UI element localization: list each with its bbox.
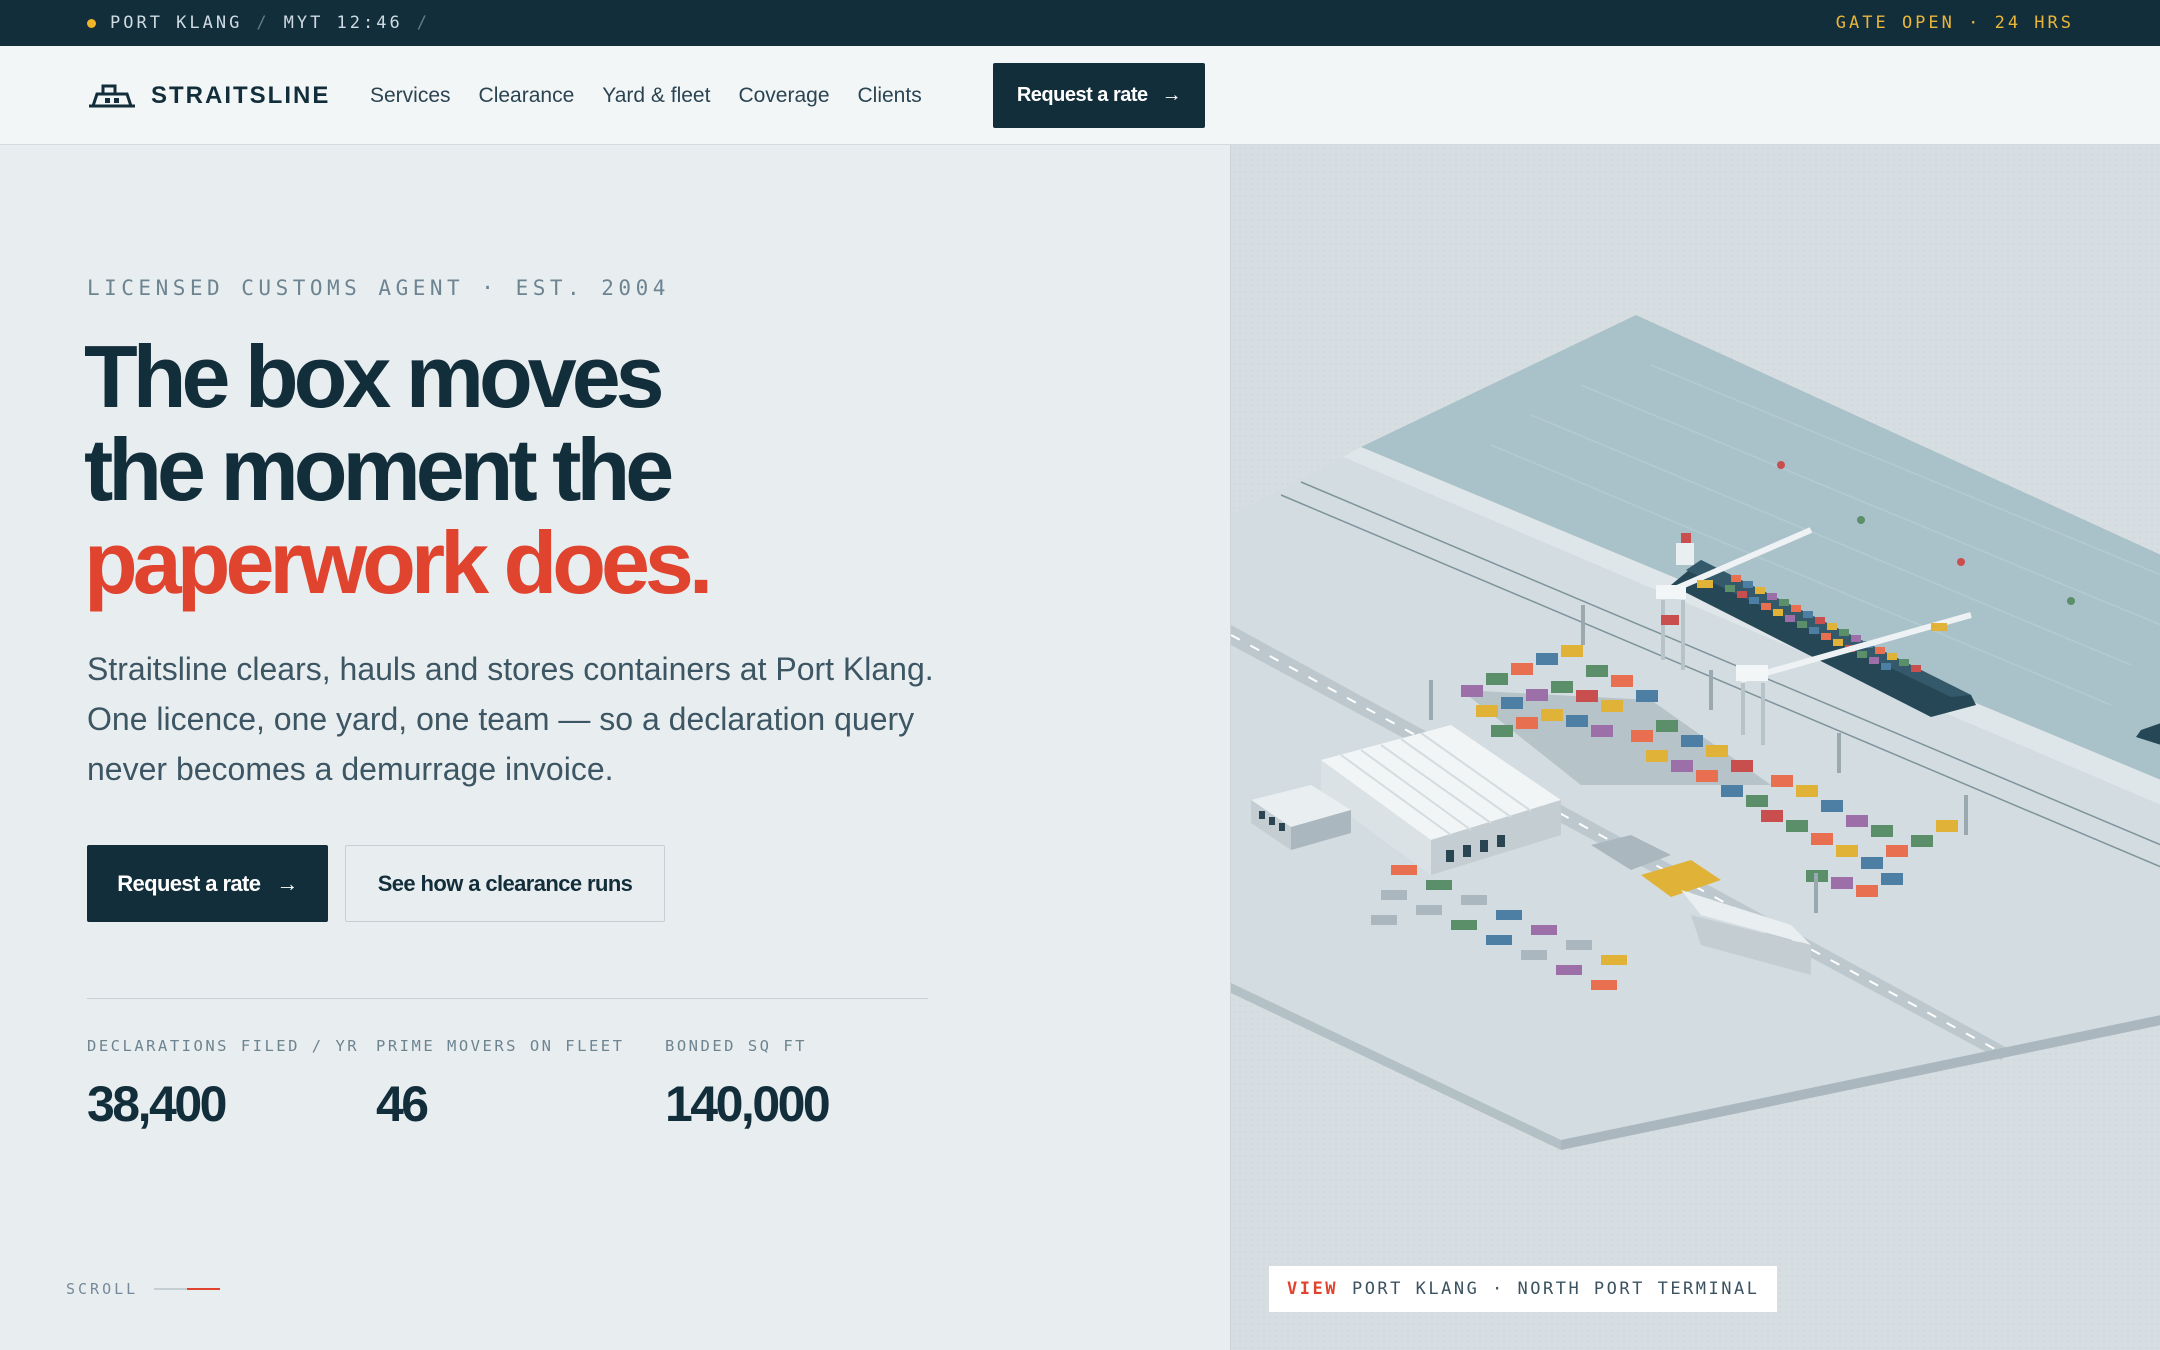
caption-tag: VIEW: [1287, 1279, 1338, 1299]
gate-status: GATE OPEN · 24 HRS: [1835, 13, 2074, 33]
headline-accent: paperwork does.: [84, 513, 713, 612]
port-terminal-illustration: [1231, 145, 2160, 1350]
caption-text: PORT KLANG · NORTH PORT TERMINAL: [1351, 1279, 1760, 1299]
stat-prime-movers: PRIME MOVERS ON FLEET 46: [376, 1037, 624, 1133]
arrow-right-icon: →: [1161, 84, 1182, 106]
stat-label: DECLARATIONS FILED / YR: [87, 1037, 360, 1055]
hero-eyebrow: LICENSED CUSTOMS AGENT · EST. 2004: [87, 276, 670, 300]
top-status-bar: PORT KLANG / MYT 12:46 / GATE OPEN · 24 …: [0, 0, 2160, 46]
scroll-line-icon: [154, 1288, 221, 1290]
request-rate-label: Request a rate: [117, 870, 261, 896]
nav-link-services[interactable]: Services: [370, 84, 451, 108]
nav-links: Services Clearance Yard & fleet Coverage…: [370, 76, 922, 116]
scroll-label: SCROLL: [66, 1280, 139, 1298]
local-time: MYT 12:46: [283, 13, 403, 33]
clearance-demo-label: See how a clearance runs: [377, 870, 633, 896]
stat-value: 140,000: [665, 1076, 831, 1132]
port-illustration-panel: [1230, 145, 2160, 1350]
stat-value: 46: [376, 1076, 429, 1132]
nav-link-clients[interactable]: Clients: [858, 84, 922, 108]
hero-lede: Straitsline clears, hauls and stores con…: [87, 651, 934, 787]
headline-line-1: The box moves: [84, 327, 665, 426]
stats-divider: [87, 998, 928, 999]
hero-headline: The box moves the moment the paperwork d…: [84, 327, 713, 612]
nav-link-clearance[interactable]: Clearance: [479, 84, 575, 108]
separator: /: [256, 13, 270, 33]
view-caption: VIEW PORT KLANG · NORTH PORT TERMINAL: [1269, 1266, 1778, 1312]
stat-label: PRIME MOVERS ON FLEET: [376, 1037, 625, 1055]
headline-line-2: the moment the: [84, 420, 674, 519]
brand-name: STRAITSLINE: [151, 82, 331, 109]
terminal-logo-icon: [89, 84, 135, 108]
nav-link-coverage[interactable]: Coverage: [738, 84, 829, 108]
port-location: PORT KLANG: [110, 13, 243, 33]
status-dot-icon: [87, 18, 96, 28]
clearance-demo-button[interactable]: See how a clearance runs: [345, 845, 665, 922]
stat-bonded-area: BONDED SQ FT 140,000: [665, 1037, 831, 1133]
stat-label: BONDED SQ FT: [665, 1037, 807, 1055]
request-rate-button[interactable]: Request a rate →: [87, 845, 328, 922]
separator: /: [416, 13, 430, 33]
brand-logo[interactable]: STRAITSLINE: [87, 76, 330, 116]
arrow-right-icon: →: [276, 870, 298, 896]
scroll-indicator[interactable]: SCROLL: [66, 1280, 221, 1298]
nav-cta-label: Request a rate: [1016, 84, 1148, 106]
main-navigation: STRAITSLINE Services Clearance Yard & fl…: [0, 46, 2160, 145]
stat-value: 38,400: [87, 1076, 227, 1132]
stat-declarations: DECLARATIONS FILED / YR 38,400: [87, 1037, 359, 1133]
nav-link-yard-fleet[interactable]: Yard & fleet: [602, 84, 710, 108]
nav-request-rate-button[interactable]: Request a rate →: [993, 63, 1205, 128]
port-clock: PORT KLANG / MYT 12:46 /: [87, 0, 430, 46]
